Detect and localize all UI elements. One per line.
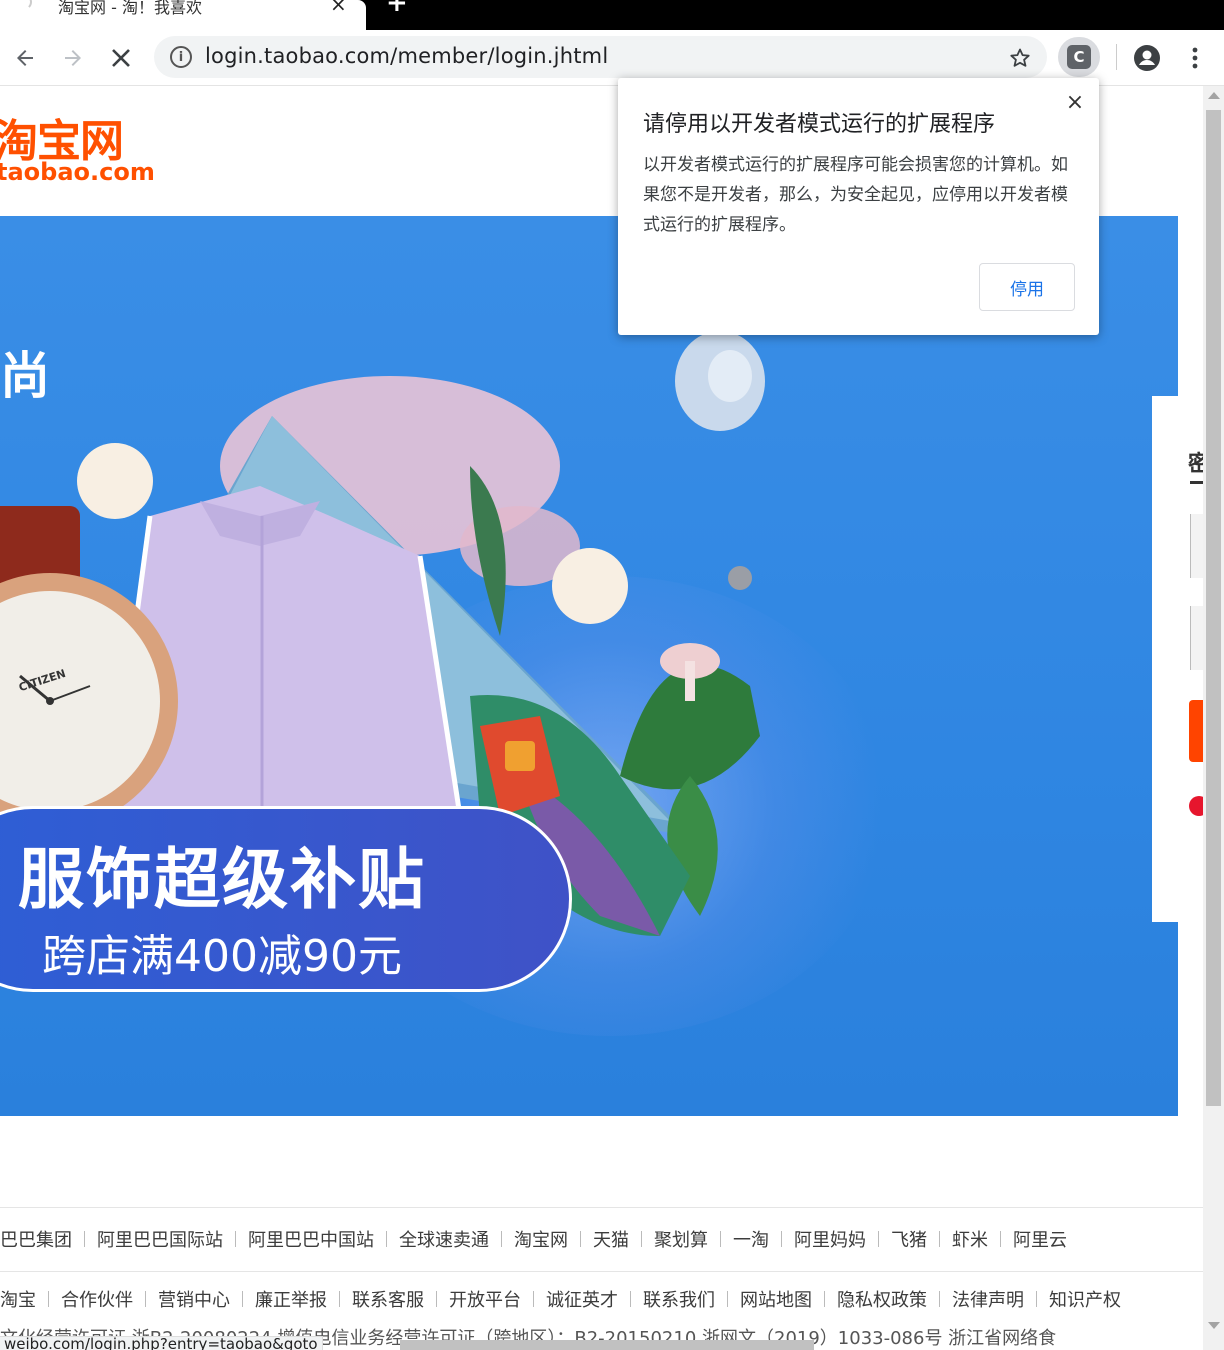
footer-separator: [242, 1291, 243, 1307]
footer-link[interactable]: 阿里云: [1013, 1226, 1067, 1252]
popup-close-icon[interactable]: ×: [1063, 90, 1087, 115]
footer-link[interactable]: 联系我们: [643, 1286, 715, 1312]
new-tab-icon[interactable]: +: [386, 0, 408, 18]
arrow-left-icon: [17, 50, 33, 66]
footer-link[interactable]: 全球速卖通: [399, 1226, 489, 1252]
footer-separator: [630, 1291, 631, 1307]
footer-separator: [781, 1231, 782, 1247]
disable-extensions-button[interactable]: 停用: [979, 263, 1075, 311]
footer-separator: [84, 1231, 85, 1247]
footer-link[interactable]: 淘宝网: [514, 1226, 568, 1252]
profile-button[interactable]: [1129, 40, 1165, 76]
login-tab-underline: [1190, 481, 1203, 484]
footer-link[interactable]: 法律声明: [952, 1286, 1024, 1312]
footer-link[interactable]: 阿里妈妈: [794, 1226, 866, 1252]
popup-title: 请停用以开发者模式运行的扩展程序: [643, 112, 996, 137]
footer-link[interactable]: 诚征英才: [546, 1286, 618, 1312]
footer-link[interactable]: 聚划算: [654, 1226, 708, 1252]
close-x-icon: [112, 49, 130, 67]
footer-link[interactable]: 一淘: [733, 1226, 769, 1252]
footer-link[interactable]: 营销中心: [158, 1286, 230, 1312]
footer-link[interactable]: 阿里巴巴中国站: [248, 1226, 374, 1252]
extension-c-icon[interactable]: C: [1067, 45, 1091, 69]
footer-separator: [727, 1291, 728, 1307]
footer-separator: [824, 1291, 825, 1307]
footer-separator: [235, 1231, 236, 1247]
password-field[interactable]: [1190, 606, 1203, 670]
footer-link[interactable]: 开放平台: [449, 1286, 521, 1312]
arrow-right-icon: [65, 50, 81, 66]
bookmark-star-button[interactable]: [1002, 40, 1038, 76]
footer-link[interactable]: 于淘宝: [0, 1286, 36, 1312]
footer-separator: [533, 1291, 534, 1307]
footer-separator: [501, 1231, 502, 1247]
scroll-up-arrow-icon[interactable]: [1208, 92, 1220, 99]
footer-separator: [720, 1231, 721, 1247]
footer-separator: [1000, 1231, 1001, 1247]
footer-separator: [1036, 1291, 1037, 1307]
footer-separator: [939, 1231, 940, 1247]
promo-headline: 服饰超级补贴: [18, 841, 426, 918]
scroll-down-arrow-icon[interactable]: [1208, 1322, 1220, 1329]
promo-subline: 跨店满400减90元: [42, 931, 402, 982]
footer-separator: [48, 1291, 49, 1307]
taobao-logo-domain[interactable]: taobao.com: [0, 158, 155, 186]
browser-menu-button[interactable]: [1177, 40, 1213, 76]
star-icon: [1010, 48, 1030, 67]
footer-separator: [339, 1291, 340, 1307]
footer-link[interactable]: 天猫: [593, 1226, 629, 1252]
footer-link[interactable]: 知识产权: [1049, 1286, 1121, 1312]
footer-link[interactable]: 廉正举报: [255, 1286, 327, 1312]
more-vert-icon: [1192, 47, 1198, 69]
tab-close-icon[interactable]: ×: [330, 0, 347, 16]
footer-link[interactable]: 阿里巴巴国际站: [97, 1226, 223, 1252]
login-panel: [1152, 396, 1178, 922]
footer-link[interactable]: 合作伙伴: [61, 1286, 133, 1312]
footer-separator: [386, 1231, 387, 1247]
back-button[interactable]: [7, 40, 43, 76]
footer-separator: [580, 1231, 581, 1247]
footer-link[interactable]: 隐私权政策: [837, 1286, 927, 1312]
site-info-icon[interactable]: i: [170, 46, 192, 68]
horizontal-scroll-thumb[interactable]: [400, 1340, 814, 1350]
banner-slogan: 尚: [0, 347, 50, 405]
footer-link[interactable]: 联系客服: [352, 1286, 424, 1312]
footer-separator: [939, 1291, 940, 1307]
vertical-scroll-thumb[interactable]: [1206, 110, 1221, 1106]
footer-link[interactable]: 网站地图: [740, 1286, 812, 1312]
footer-divider: [0, 1207, 1203, 1208]
username-field[interactable]: [1190, 514, 1203, 578]
forward-button[interactable]: [55, 40, 91, 76]
footer-separator: [145, 1291, 146, 1307]
stop-loading-button[interactable]: [103, 40, 139, 76]
footer-separator: [436, 1291, 437, 1307]
footer-divider: [0, 1271, 1203, 1272]
tab-title: 淘宝网 - 淘！我喜欢: [58, 0, 202, 17]
account-circle-icon: [1134, 45, 1160, 71]
footer-link[interactable]: 飞猪: [891, 1226, 927, 1252]
promo-banner[interactable]: 尚 CITIZEN 服饰超级补贴 跨店满400减90元: [0, 216, 1178, 1116]
popup-message: 以开发者模式运行的扩展程序可能会损害您的计算机。如果您不是开发者，那么，为安全起…: [643, 155, 1068, 235]
toolbar-divider: [1116, 44, 1117, 70]
footer-separator: [878, 1231, 879, 1247]
footer-link[interactable]: 虾米: [952, 1226, 988, 1252]
footer-links-group: 里巴巴集团阿里巴巴国际站阿里巴巴中国站全球速卖通淘宝网天猫聚划算一淘阿里妈妈飞猪…: [0, 1226, 1067, 1252]
status-bar-url: weibo.com/login.php?entry=taobao&goto: [0, 1336, 323, 1350]
login-button[interactable]: [1189, 700, 1203, 762]
footer-separator: [641, 1231, 642, 1247]
footer-link[interactable]: 里巴巴集团: [0, 1226, 72, 1252]
bead-illustration: [728, 566, 752, 590]
footer-links-about: 于淘宝合作伙伴营销中心廉正举报联系客服开放平台诚征英才联系我们网站地图隐私权政策…: [0, 1286, 1121, 1312]
url-text[interactable]: login.taobao.com/member/login.jhtml: [205, 44, 608, 68]
